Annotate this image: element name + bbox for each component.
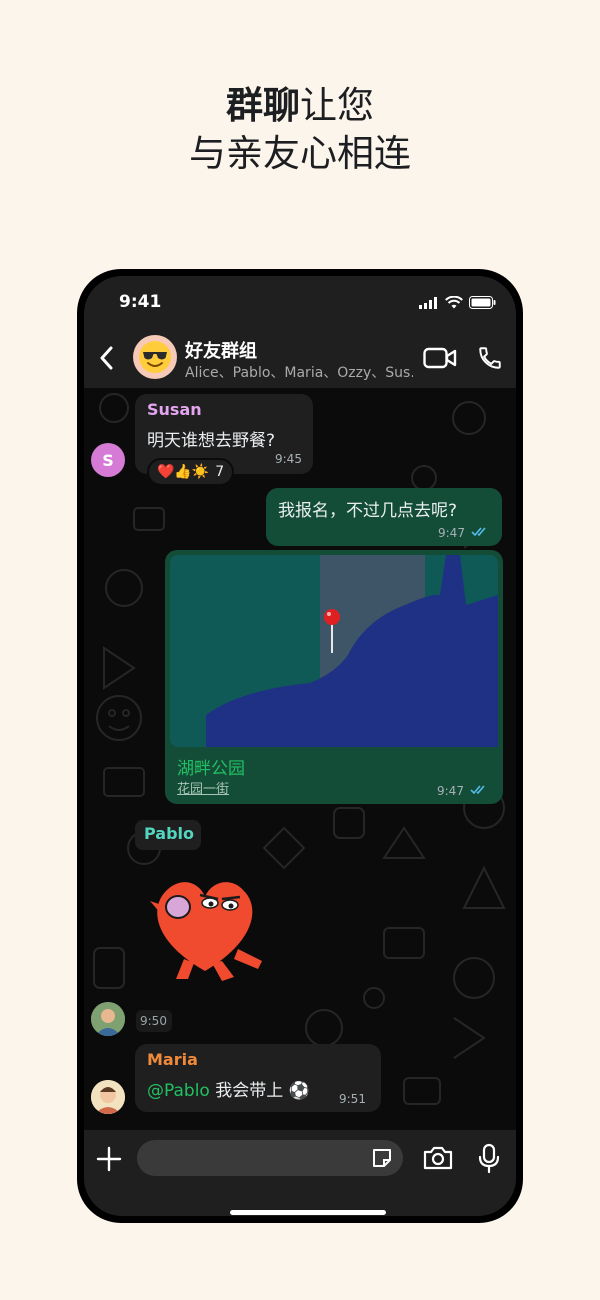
chat-area[interactable]: Susan 明天谁想去野餐? 9:45 S ❤️👍☀️ 7 我报名，不过几点去呢… xyxy=(84,388,516,1130)
message-time: 9:45 xyxy=(275,452,302,466)
camera-button[interactable] xyxy=(422,1144,456,1174)
headline-line2: 与亲友心相连 xyxy=(189,132,411,175)
sunglasses-face-icon xyxy=(139,341,171,373)
read-ticks-icon xyxy=(470,785,485,795)
voice-message-button[interactable] xyxy=(477,1142,503,1174)
message-sender: Susan xyxy=(147,400,202,419)
message-sender: Pablo xyxy=(144,824,195,843)
message-sender: Maria xyxy=(147,1050,198,1069)
message-time: 9:51 xyxy=(339,1092,366,1106)
message-time: 9:47 xyxy=(437,784,464,798)
signal-icon xyxy=(419,296,437,309)
group-avatar[interactable] xyxy=(133,335,177,379)
sender-label-pablo: Pablo xyxy=(135,820,201,850)
message-bubble-outgoing[interactable]: 我报名，不过几点去呢? 9:47 xyxy=(266,488,502,546)
home-indicator xyxy=(230,1210,386,1215)
sticker-icon[interactable] xyxy=(371,1147,393,1169)
phone-frame: 9:41 好友群组 Alice、Pablo、Maria、Ozzy、Sus... xyxy=(77,269,523,1223)
status-time: 9:41 xyxy=(119,292,162,312)
back-button[interactable] xyxy=(92,342,120,374)
map-preview[interactable] xyxy=(170,555,498,747)
person-photo-icon xyxy=(91,1002,125,1036)
group-title[interactable]: 好友群组 xyxy=(185,337,257,363)
person-photo-icon xyxy=(91,1080,125,1114)
message-reactions[interactable]: ❤️👍☀️ 7 xyxy=(147,458,235,486)
message-body: 我会带上 ⚽ xyxy=(209,1081,310,1101)
promo-headline: 群聊让您 与亲友心相连 xyxy=(0,82,600,178)
compose-bar xyxy=(84,1130,516,1216)
chevron-left-icon xyxy=(100,346,113,370)
phone-icon xyxy=(479,347,501,369)
location-title[interactable]: 湖畔公园 xyxy=(177,754,245,779)
reaction-count: 7 xyxy=(215,464,225,480)
message-input[interactable] xyxy=(137,1140,403,1176)
plus-icon xyxy=(96,1146,122,1172)
message-text: 我报名，不过几点去呢? xyxy=(278,501,458,521)
attach-button[interactable] xyxy=(94,1144,124,1174)
reaction-emojis: ❤️👍☀️ xyxy=(157,464,210,480)
voice-call-button[interactable] xyxy=(472,342,508,374)
read-ticks-icon xyxy=(471,527,486,537)
wifi-icon xyxy=(445,296,463,309)
microphone-icon xyxy=(478,1143,500,1174)
sticker-time-badge: 9:50 xyxy=(136,1010,172,1032)
avatar-pablo[interactable] xyxy=(91,1002,125,1036)
message-time: 9:50 xyxy=(140,1014,167,1028)
message-bubble-maria[interactable]: Maria @Pablo 我会带上 ⚽ 9:51 xyxy=(135,1044,381,1112)
video-camera-icon xyxy=(423,347,457,369)
message-text: @Pablo 我会带上 ⚽ xyxy=(147,1076,310,1101)
mention-pablo[interactable]: @Pablo xyxy=(147,1081,210,1101)
phone-screen: 9:41 好友群组 Alice、Pablo、Maria、Ozzy、Sus... xyxy=(84,276,516,1216)
location-message[interactable]: 湖畔公园 花园一街 9:47 xyxy=(165,550,503,804)
avatar-susan[interactable]: S xyxy=(91,443,125,477)
status-icons xyxy=(419,296,496,309)
avatar-maria[interactable] xyxy=(91,1080,125,1114)
battery-icon xyxy=(469,296,496,309)
message-time: 9:47 xyxy=(438,526,465,540)
heart-character-sticker[interactable] xyxy=(142,863,268,983)
chat-header: 好友群组 Alice、Pablo、Maria、Ozzy、Sus... xyxy=(84,328,516,388)
headline-bold: 群聊 xyxy=(226,84,300,127)
location-subtitle[interactable]: 花园一街 xyxy=(177,778,229,797)
camera-icon xyxy=(423,1146,453,1170)
headline-rest: 让您 xyxy=(300,84,374,127)
message-text: 明天谁想去野餐? xyxy=(147,431,276,451)
status-bar: 9:41 xyxy=(84,276,516,328)
video-call-button[interactable] xyxy=(422,342,458,374)
group-members[interactable]: Alice、Pablo、Maria、Ozzy、Sus... xyxy=(185,362,413,382)
